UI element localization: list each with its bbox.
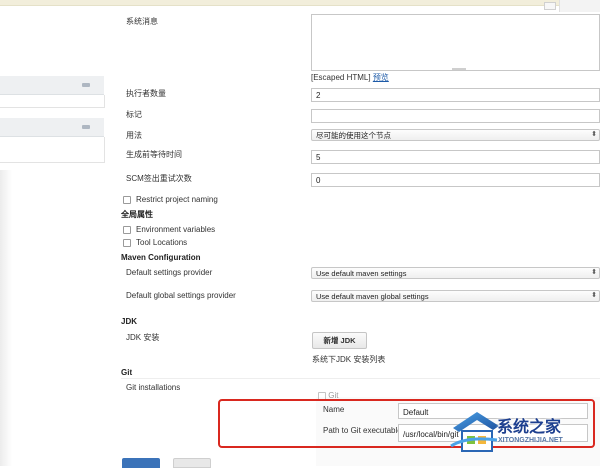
- system-message-label: 系统消息: [126, 17, 158, 26]
- scm-retry-input[interactable]: 0: [311, 173, 600, 187]
- labels-label: 标记: [126, 110, 142, 119]
- restrict-naming-label: Restrict project naming: [136, 195, 218, 204]
- labels-input[interactable]: [311, 109, 600, 123]
- jdk-hint: 系统下JDK 安装列表: [312, 355, 386, 364]
- git-installations-label: Git installations: [126, 383, 181, 392]
- house-logo-icon: [450, 412, 499, 452]
- watermark-text: 系统之家: [497, 417, 562, 436]
- side-panel-body-2: [0, 137, 105, 163]
- environment-variables-label: Environment variables: [136, 225, 216, 234]
- usage-select[interactable]: 尽可能的使用这个节点 ⬍: [311, 129, 600, 141]
- select-arrow-icon: ⬍: [591, 269, 597, 276]
- default-settings-label: Default settings provider: [126, 268, 213, 277]
- git-title: Git: [121, 368, 133, 377]
- apply-button[interactable]: [173, 458, 211, 468]
- divider: [121, 378, 600, 379]
- watermark: 系统之家 XITONGZHIJIA.NET: [447, 402, 597, 464]
- executors-label: 执行者数量: [126, 89, 166, 98]
- quiet-period-label: 生成前等待时间: [126, 150, 182, 159]
- default-settings-select[interactable]: Use default maven settings ⬍: [311, 267, 600, 279]
- escaped-html-note: [Escaped HTML] 预览: [311, 73, 389, 82]
- quiet-period-input[interactable]: 5: [311, 150, 600, 164]
- jdk-title: JDK: [121, 317, 138, 326]
- side-panel-header-2: [0, 118, 104, 137]
- select-arrow-icon: ⬍: [591, 292, 597, 299]
- watermark-subtext: XITONGZHIJIA.NET: [498, 437, 563, 444]
- left-shadow: [0, 170, 12, 466]
- top-right-panel: [559, 0, 600, 12]
- minimize-icon[interactable]: [82, 83, 90, 87]
- select-arrow-icon: ⬍: [591, 131, 597, 138]
- minimize-icon[interactable]: [82, 125, 90, 129]
- usage-label: 用法: [126, 131, 142, 140]
- resize-grip[interactable]: [452, 68, 466, 70]
- save-button[interactable]: [122, 458, 160, 468]
- global-settings-label: Default global settings provider: [126, 291, 236, 300]
- jdk-install-label: JDK 安装: [126, 333, 160, 342]
- side-panel-body-1: [0, 95, 105, 108]
- maven-title: Maven Configuration: [121, 253, 201, 262]
- executors-input[interactable]: 2: [311, 88, 600, 102]
- top-scroll-control[interactable]: [544, 2, 556, 10]
- preview-link[interactable]: 预览: [373, 73, 389, 82]
- side-panel: [0, 76, 105, 163]
- restrict-naming-checkbox[interactable]: [123, 196, 131, 204]
- tool-locations-label: Tool Locations: [136, 238, 188, 247]
- add-jdk-button[interactable]: 新增 JDK: [312, 332, 367, 349]
- side-panel-header-1: [0, 76, 104, 95]
- tool-locations-checkbox[interactable]: [123, 239, 131, 247]
- scm-retry-label: SCM签出重试次数: [126, 174, 192, 183]
- top-bar: [0, 0, 600, 6]
- global-properties-title: 全局属性: [121, 210, 153, 219]
- global-settings-select[interactable]: Use default maven global settings ⬍: [311, 290, 600, 302]
- system-message-textarea[interactable]: [311, 14, 600, 71]
- environment-variables-checkbox[interactable]: [123, 226, 131, 234]
